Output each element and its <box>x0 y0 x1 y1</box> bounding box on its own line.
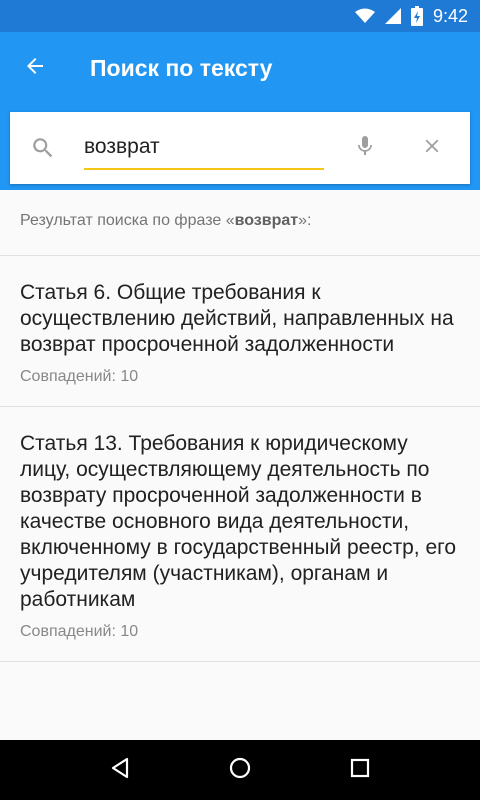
status-bar: 9:42 <box>0 0 480 32</box>
page-title: Поиск по тексту <box>90 54 273 81</box>
result-title: Статья 13. Требования к юридическому лиц… <box>20 432 457 611</box>
clear-search-button[interactable] <box>402 112 462 184</box>
search-container <box>0 104 480 190</box>
search-box <box>10 112 470 184</box>
app-bar: Поиск по тексту <box>0 32 480 104</box>
result-match-count: Совпадений: 10 <box>20 368 139 385</box>
results-list: Статья 6. Общие требования к осуществлен… <box>0 256 480 662</box>
result-match-count: Совпадений: 10 <box>20 623 139 640</box>
arrow-back-icon <box>23 54 47 83</box>
home-circle-icon <box>228 756 252 785</box>
back-triangle-icon <box>108 756 132 785</box>
voice-search-button[interactable] <box>340 112 390 184</box>
results-header-query: возврат <box>234 212 299 229</box>
results-header-suffix: »: <box>298 212 312 229</box>
wifi-icon <box>354 8 375 24</box>
system-nav-bar <box>0 740 480 800</box>
search-input[interactable] <box>84 135 324 159</box>
list-item[interactable]: Статья 6. Общие требования к осуществлен… <box>0 256 480 407</box>
nav-recents-button[interactable] <box>330 740 390 800</box>
result-title: Статья 6. Общие требования к осуществлен… <box>20 281 454 356</box>
nav-back-button[interactable] <box>90 740 150 800</box>
results-header-prefix: Результат поиска по фразе « <box>20 212 235 229</box>
back-button[interactable] <box>0 32 70 104</box>
results-header: Результат поиска по фразе «возврат»: <box>0 190 480 256</box>
close-icon <box>421 135 443 162</box>
search-field <box>84 126 324 170</box>
status-time: 9:42 <box>432 5 468 26</box>
nav-home-button[interactable] <box>210 740 270 800</box>
list-item[interactable]: Статья 13. Требования к юридическому лиц… <box>0 407 480 662</box>
signal-icon <box>384 8 401 24</box>
recents-square-icon <box>349 757 371 784</box>
search-icon <box>10 112 76 184</box>
mic-icon <box>353 134 377 163</box>
battery-charging-icon <box>410 6 423 26</box>
